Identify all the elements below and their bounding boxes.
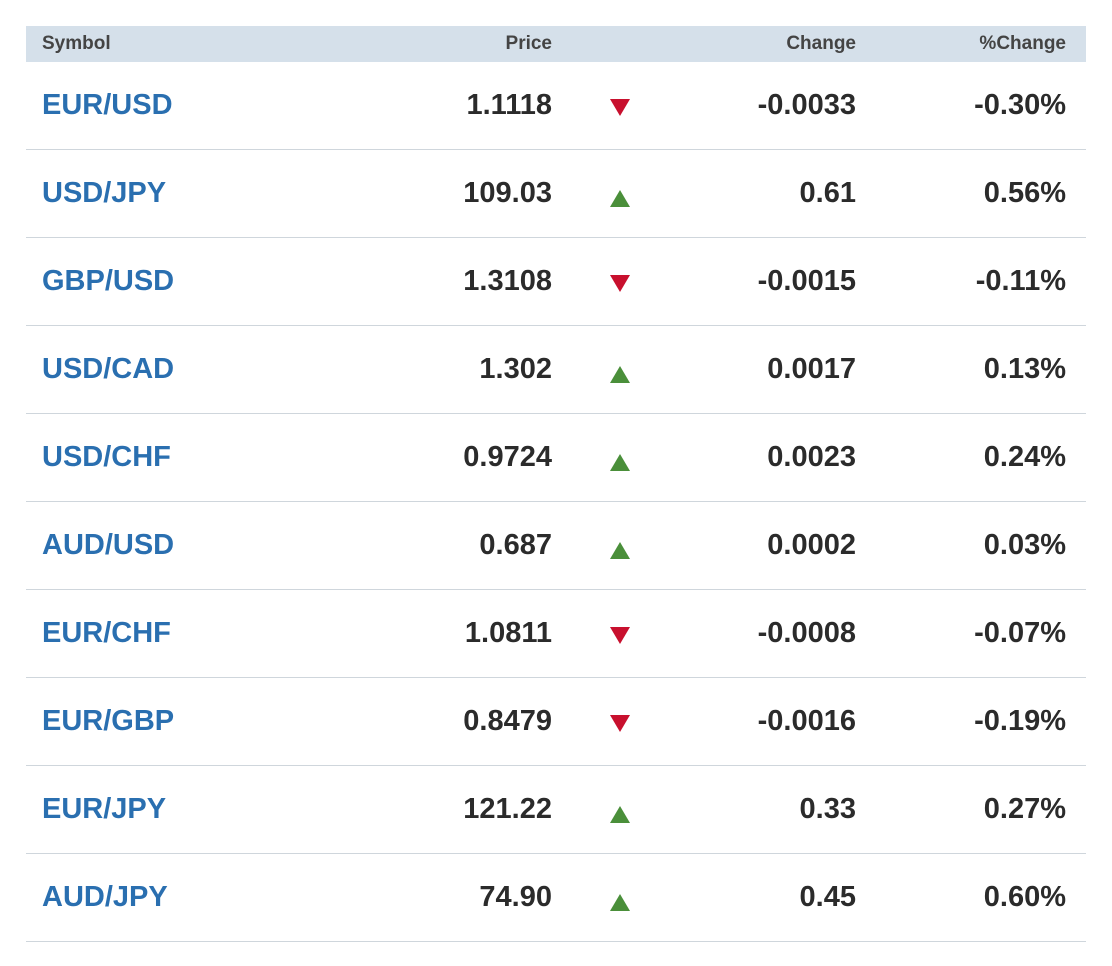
- table-row: AUD/JPY 74.90 0.45 0.60%: [26, 854, 1086, 942]
- symbol-link[interactable]: USD/CHF: [42, 441, 171, 473]
- down-arrow-icon: [610, 275, 630, 292]
- price-cell: 0.9724: [463, 441, 552, 473]
- symbol-link[interactable]: EUR/GBP: [42, 705, 174, 737]
- up-arrow-icon: [610, 366, 630, 383]
- down-arrow-icon: [610, 715, 630, 732]
- symbol-link[interactable]: EUR/JPY: [42, 793, 166, 825]
- direction-cell: [552, 532, 742, 559]
- change-cell: -0.0008: [757, 617, 856, 649]
- price-cell: 1.3108: [463, 265, 552, 297]
- direction-cell: [552, 356, 742, 383]
- up-arrow-icon: [610, 454, 630, 471]
- symbol-cell: EUR/USD: [26, 89, 366, 122]
- header-symbol[interactable]: Symbol: [26, 33, 366, 55]
- price-cell: 109.03: [463, 177, 552, 209]
- direction-cell: [552, 180, 742, 207]
- price-cell: 1.0811: [464, 617, 552, 649]
- table-header: Symbol Price Change %Change: [26, 26, 1086, 62]
- pct-change-cell: 0.27%: [983, 793, 1066, 825]
- symbol-link[interactable]: AUD/JPY: [42, 881, 168, 913]
- symbol-link[interactable]: EUR/USD: [42, 89, 173, 121]
- pct-change-cell: -0.19%: [974, 705, 1066, 737]
- direction-cell: [552, 884, 742, 911]
- symbol-cell: GBP/USD: [26, 265, 366, 298]
- direction-cell: [552, 444, 742, 471]
- currency-quote-table: Symbol Price Change %Change EUR/USD 1.111…: [26, 26, 1086, 942]
- symbol-cell: USD/JPY: [26, 177, 366, 210]
- change-cell: -0.0015: [757, 265, 856, 297]
- table-body: EUR/USD 1.1118 -0.0033 -0.30% USD/JPY 109.03 0…: [26, 62, 1086, 942]
- symbol-cell: EUR/JPY: [26, 793, 366, 826]
- change-cell: -0.0033: [757, 89, 856, 121]
- direction-cell: [552, 95, 742, 116]
- table-row: AUD/USD 0.687 0.0002 0.03%: [26, 502, 1086, 590]
- change-cell: 0.45: [799, 881, 856, 913]
- pct-change-cell: -0.07%: [974, 617, 1066, 649]
- change-cell: 0.0023: [767, 441, 856, 473]
- up-arrow-icon: [610, 894, 630, 911]
- price-cell: 121.22: [463, 793, 552, 825]
- change-cell: 0.61: [799, 177, 856, 209]
- pct-change-cell: -0.11%: [975, 265, 1066, 297]
- symbol-link[interactable]: GBP/USD: [42, 265, 174, 297]
- table-row: EUR/JPY 121.22 0.33 0.27%: [26, 766, 1086, 854]
- up-arrow-icon: [610, 190, 630, 207]
- header-price[interactable]: Price: [366, 33, 552, 55]
- table-row: USD/CAD 1.302 0.0017 0.13%: [26, 326, 1086, 414]
- pct-change-cell: 0.60%: [983, 881, 1066, 913]
- table-row: USD/JPY 109.03 0.61 0.56%: [26, 150, 1086, 238]
- symbol-cell: USD/CHF: [26, 441, 366, 474]
- symbol-link[interactable]: USD/CAD: [42, 353, 174, 385]
- pct-change-cell: 0.56%: [983, 177, 1066, 209]
- symbol-cell: AUD/JPY: [26, 881, 366, 914]
- symbol-cell: EUR/GBP: [26, 705, 366, 738]
- price-cell: 0.687: [479, 529, 552, 561]
- symbol-link[interactable]: AUD/USD: [42, 529, 174, 561]
- price-cell: 74.90: [479, 881, 552, 913]
- pct-change-cell: 0.13%: [983, 353, 1066, 385]
- change-cell: 0.0017: [767, 353, 856, 385]
- up-arrow-icon: [610, 542, 630, 559]
- down-arrow-icon: [610, 627, 630, 644]
- table-row: GBP/USD 1.3108 -0.0015 -0.11%: [26, 238, 1086, 326]
- change-cell: -0.0016: [757, 705, 856, 737]
- symbol-cell: USD/CAD: [26, 353, 366, 386]
- direction-cell: [552, 711, 742, 732]
- header-pct-change[interactable]: %Change: [856, 33, 1066, 55]
- table-row: USD/CHF 0.9724 0.0023 0.24%: [26, 414, 1086, 502]
- pct-change-cell: 0.24%: [983, 441, 1066, 473]
- symbol-cell: AUD/USD: [26, 529, 366, 562]
- pct-change-cell: 0.03%: [983, 529, 1066, 561]
- down-arrow-icon: [610, 99, 630, 116]
- symbol-link[interactable]: USD/JPY: [42, 177, 166, 209]
- pct-change-cell: -0.30%: [974, 89, 1066, 121]
- direction-cell: [552, 796, 742, 823]
- symbol-cell: EUR/CHF: [26, 617, 366, 650]
- direction-cell: [552, 623, 742, 644]
- change-cell: 0.0002: [767, 529, 856, 561]
- table-row: EUR/USD 1.1118 -0.0033 -0.30%: [26, 62, 1086, 150]
- symbol-link[interactable]: EUR/CHF: [42, 617, 171, 649]
- table-row: EUR/GBP 0.8479 -0.0016 -0.19%: [26, 678, 1086, 766]
- price-cell: 1.1118: [466, 89, 553, 121]
- change-cell: 0.33: [799, 793, 856, 825]
- up-arrow-icon: [610, 806, 630, 823]
- table-row: EUR/CHF 1.0811 -0.0008 -0.07%: [26, 590, 1086, 678]
- price-cell: 1.302: [479, 353, 552, 385]
- price-cell: 0.8479: [463, 705, 552, 737]
- header-change[interactable]: Change: [742, 33, 856, 55]
- direction-cell: [552, 271, 742, 292]
